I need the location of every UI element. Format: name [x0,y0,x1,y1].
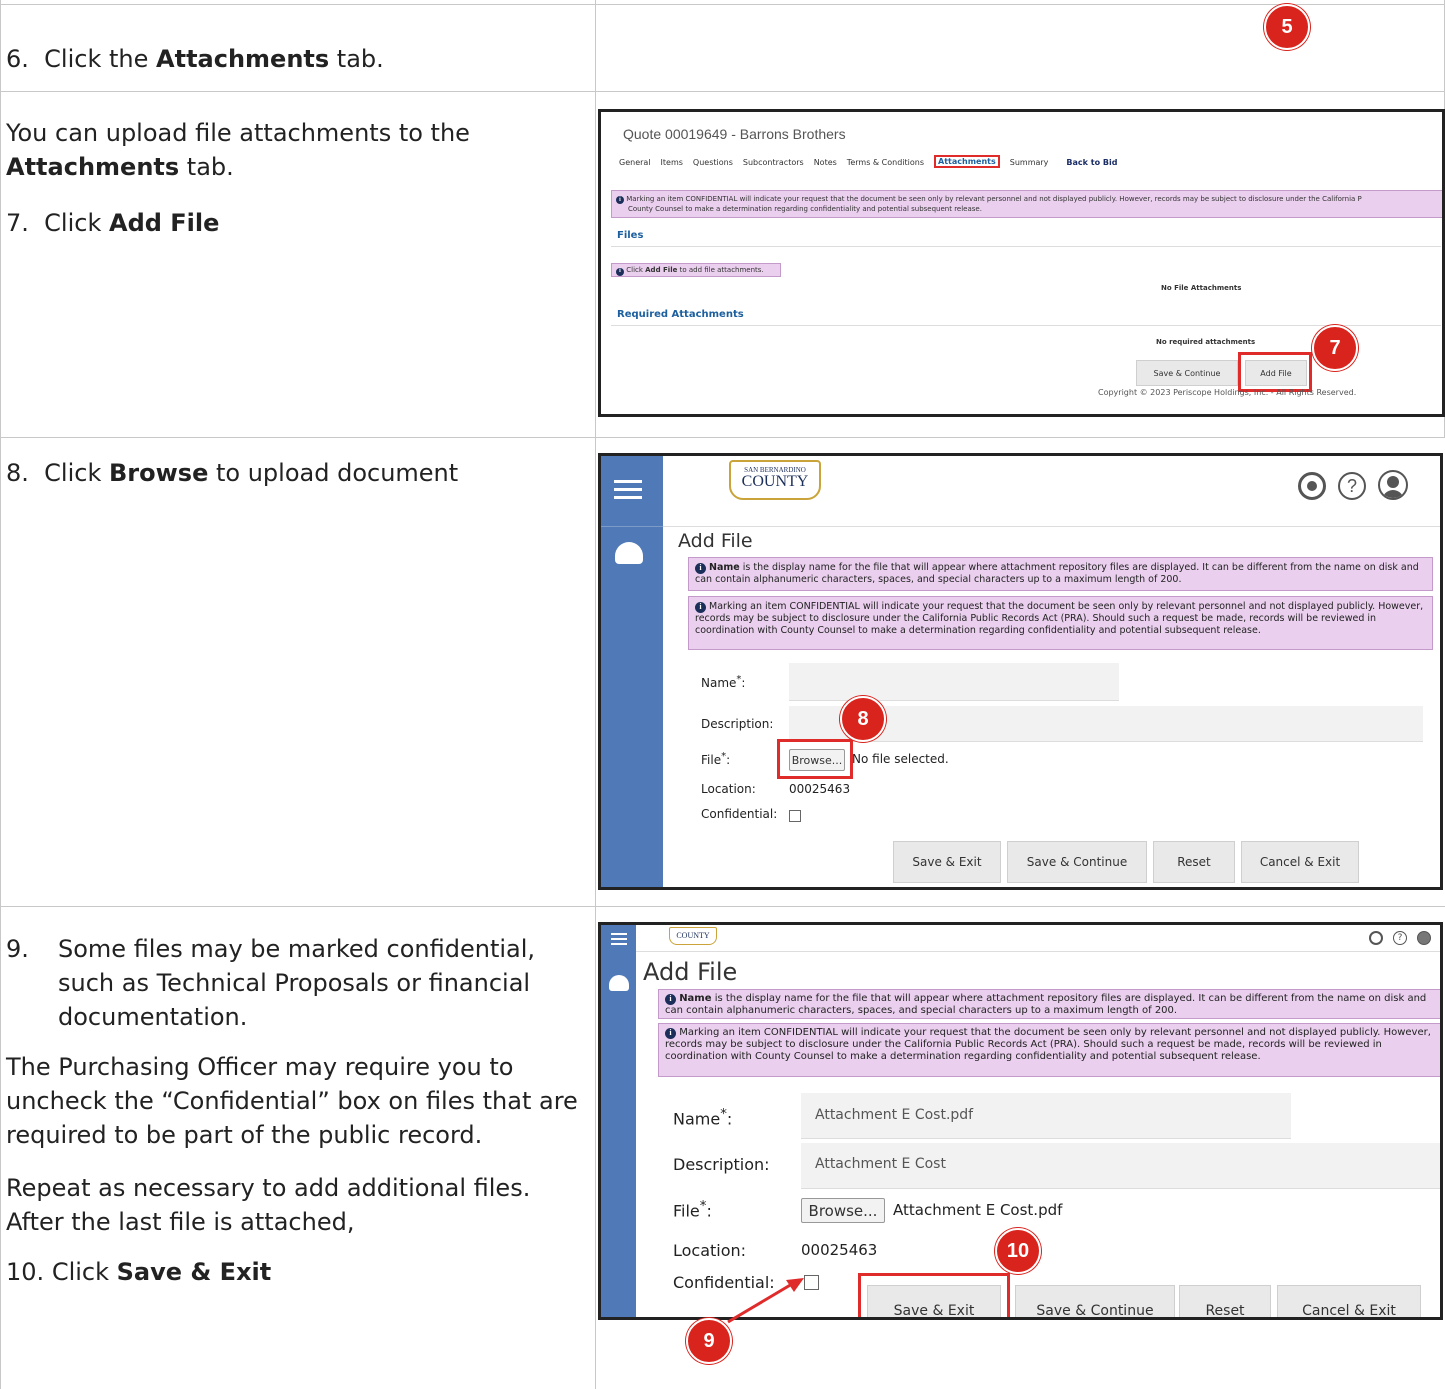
cancel-exit-button[interactable]: Cancel & Exit [1241,841,1359,883]
tab-questions[interactable]: Questions [693,158,733,168]
dashboard-icon[interactable] [615,542,643,564]
screenshot-attachments-tab: Quote 00019649 - Barrons Brothers Genera… [598,109,1445,417]
browse-highlight [777,739,853,779]
name-input[interactable]: Attachment E Cost.pdf [801,1093,1291,1139]
confidential-label: Confidential: [701,807,778,821]
no-required-attachments: No required attachments [1156,338,1256,346]
table-column-divider [595,0,596,1389]
info-icon: i [695,562,706,574]
user-avatar-icon[interactable] [1417,931,1431,945]
tab-summary[interactable]: Summary [1010,158,1049,168]
nav-sidebar [601,456,663,887]
table-top-border [0,4,1445,5]
repeat-note: Repeat as necessary to add additional fi… [6,1174,531,1236]
page-title: Add File [678,530,753,552]
location-label: Location: [701,782,756,796]
settings-gear-icon[interactable] [1369,931,1383,945]
info-icon: i [665,1027,676,1039]
callout-badge-10: 10 [995,1228,1041,1274]
tab-attachments[interactable]: Attachments [934,155,1000,168]
purchasing-officer-note: The Purchasing Officer may require you t… [6,1053,578,1149]
copyright: Copyright © 2023 Periscope Holdings, Inc… [1098,388,1357,397]
confidential-info-notice: i Marking an item CONFIDENTIAL will indi… [688,596,1433,650]
cancel-exit-button[interactable]: Cancel & Exit [1277,1285,1421,1317]
name-input[interactable] [789,663,1119,701]
name-label: Name*: [701,674,746,690]
step-10: 10. Click Save & Exit [6,1258,272,1286]
page-title: Add File [643,958,738,986]
help-icon[interactable]: ? [1393,931,1407,945]
settings-gear-icon[interactable] [1298,472,1326,500]
confidential-info-notice: i Marking an item CONFIDENTIAL will indi… [658,1023,1440,1077]
user-avatar-icon[interactable] [1378,470,1408,500]
confidential-checkbox[interactable] [789,810,801,822]
info-icon: i [616,267,624,276]
save-exit-button[interactable]: Save & Exit [893,841,1001,883]
save-exit-highlight [858,1273,1010,1317]
tab-terms[interactable]: Terms & Conditions [847,158,924,168]
add-file-highlight [1238,352,1312,392]
step-9: 9. Some files may be marked confidential… [6,935,536,1031]
step-7-intro: You can upload file attachments to the A… [6,119,470,181]
info-icon: i [616,196,624,204]
file-label: File*: [673,1199,712,1221]
location-value: 00025463 [801,1241,878,1259]
description-label: Description: [673,1155,770,1174]
location-label: Location: [673,1241,747,1260]
browse-button[interactable]: Browse... [801,1198,885,1223]
save-continue-button[interactable]: Save & Continue [1007,841,1147,883]
confidential-notice: i Marking an item CONFIDENTIAL will indi… [611,190,1442,218]
description-input[interactable]: Attachment E Cost [801,1143,1440,1189]
reset-button[interactable]: Reset [1153,841,1235,883]
info-icon: i [665,993,676,1005]
save-continue-button[interactable]: Save & Continue [1136,360,1238,386]
step-7: 7. Click Add File [6,209,220,237]
table-row-divider [0,91,1445,92]
callout-badge-5: 5 [1264,4,1310,50]
quote-title: Quote 00019649 - Barrons Brothers [623,126,846,142]
county-logo[interactable]: COUNTY [669,927,717,945]
dashboard-icon[interactable] [609,975,629,991]
county-logo[interactable]: SAN BERNARDINO COUNTY [729,460,821,500]
screenshot-add-file-form: SAN BERNARDINO COUNTY ? Add File i Name … [598,453,1443,890]
required-attachments-heading: Required Attachments [617,309,744,320]
tab-notes[interactable]: Notes [814,158,837,168]
file-status: No file selected. [852,752,949,766]
name-info-notice: i Name is the display name for the file … [658,989,1440,1019]
file-label: File*: [701,751,731,767]
save-continue-button[interactable]: Save & Continue [1015,1285,1175,1317]
table-row-divider [0,906,1445,907]
info-icon: i [695,601,706,613]
file-status: Attachment E Cost.pdf [893,1201,1063,1219]
step-6: 6. Click the Attachments tab. [6,45,384,73]
no-file-attachments: No File Attachments [1161,284,1242,292]
back-to-bid-link[interactable]: Back to Bid [1066,158,1117,168]
step-8: 8. Click Browse to upload document [6,459,459,487]
hamburger-menu-icon[interactable] [614,480,642,500]
files-heading: Files [617,230,644,241]
name-info-notice: i Name is the display name for the file … [688,557,1433,591]
name-label: Name*: [673,1107,733,1129]
table-left-border [0,0,1,1389]
tab-items[interactable]: Items [661,158,683,168]
callout-badge-7: 7 [1312,325,1358,371]
reset-button[interactable]: Reset [1179,1285,1271,1317]
callout-badge-8: 8 [840,696,886,742]
location-value: 00025463 [789,782,851,796]
tab-general[interactable]: General [619,158,651,168]
tab-bar: General Items Questions Subcontractors N… [619,155,1117,168]
hamburger-menu-icon[interactable] [611,933,627,945]
description-label: Description: [701,717,774,731]
arrow-to-checkbox [727,1278,804,1324]
help-icon[interactable]: ? [1338,472,1366,500]
table-row-divider [0,437,1445,438]
add-file-hint: i Click Add File to add file attachments… [611,263,781,277]
tab-subcontractors[interactable]: Subcontractors [743,158,804,168]
